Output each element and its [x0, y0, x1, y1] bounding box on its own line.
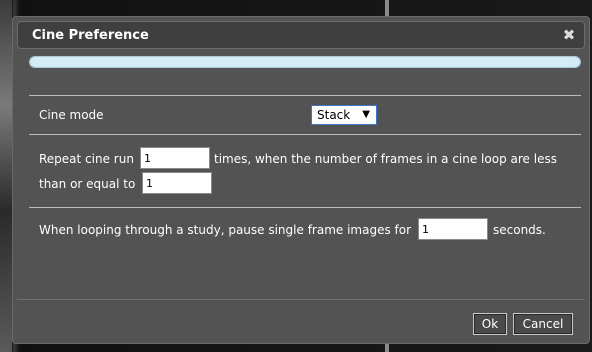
- backdrop-image-edge: [0, 0, 12, 352]
- cine-mode-select[interactable]: Stack ▼: [311, 105, 377, 125]
- ok-button[interactable]: Ok: [473, 313, 507, 335]
- dialog-titlebar[interactable]: Cine Preference ✖: [17, 21, 585, 49]
- repeat-text-before: Repeat cine run: [39, 152, 134, 166]
- close-icon[interactable]: ✖: [560, 26, 578, 44]
- footer-divider: [17, 299, 585, 300]
- progress-bar: [29, 56, 581, 68]
- repeat-runs-input[interactable]: [140, 147, 210, 169]
- cine-preference-dialog: Cine Preference ✖ Cine mode Stack ▼ Repe…: [12, 16, 590, 344]
- cine-mode-label: Cine mode: [39, 108, 104, 122]
- pause-text-after: seconds.: [493, 223, 546, 237]
- cancel-button[interactable]: Cancel: [513, 313, 573, 335]
- pause-text-before: When looping through a study, pause sing…: [39, 223, 412, 237]
- repeat-text-middle: times, when the number of frames in a ci…: [214, 152, 557, 166]
- frames-threshold-input[interactable]: [142, 172, 212, 194]
- dialog-title: Cine Preference: [32, 28, 149, 43]
- chevron-down-icon: ▼: [362, 109, 370, 120]
- pause-seconds-input[interactable]: [418, 218, 488, 240]
- divider: [29, 134, 581, 135]
- progress-fill: [30, 57, 580, 67]
- cine-mode-selected: Stack: [317, 108, 351, 122]
- divider: [29, 207, 581, 208]
- divider: [29, 95, 581, 96]
- repeat-text-line2: than or equal to: [39, 177, 136, 191]
